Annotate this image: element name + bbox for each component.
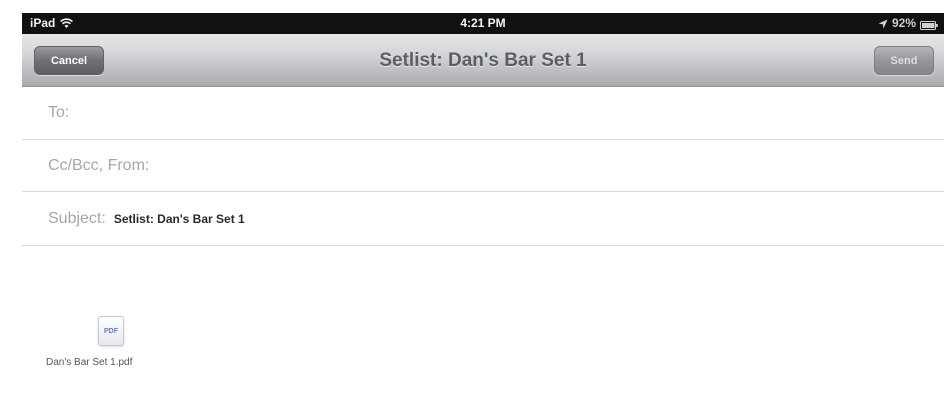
cc-bcc-from-label: Cc/Bcc, From: [48,156,150,174]
attachment-file-name: Dan's Bar Set 1.pdf [46,357,133,368]
subject-label: Subject: [48,209,106,227]
location-icon [878,18,888,29]
pdf-icon-label: PDF [104,327,118,335]
to-label: To: [48,104,70,121]
pdf-file-icon[interactable]: PDF [98,316,124,346]
to-field[interactable]: To: [22,87,944,140]
navigation-bar: Cancel Setlist: Dan's Bar Set 1 Send [22,34,944,87]
subject-field[interactable]: Subject: Setlist: Dan's Bar Set 1 [22,192,944,246]
status-time: 4:21 PM [460,16,506,30]
page-title: Setlist: Dan's Bar Set 1 [379,50,587,71]
cc-bcc-from-field[interactable]: Cc/Bcc, From: [22,140,944,192]
mail-compose-screen: iPad 4:21 PM 92% Cancel Setlist: Dan's B… [0,0,944,417]
status-bar: iPad 4:21 PM 92% [22,13,944,34]
subject-value[interactable]: Setlist: Dan's Bar Set 1 [114,212,245,226]
battery-icon [920,19,938,30]
attachment[interactable]: PDF Dan's Bar Set 1.pdf [46,316,186,376]
cancel-button[interactable]: Cancel [34,46,104,75]
status-right: 92% [878,16,938,30]
battery-percent: 92% [891,16,916,30]
send-button[interactable]: Send [874,46,934,75]
